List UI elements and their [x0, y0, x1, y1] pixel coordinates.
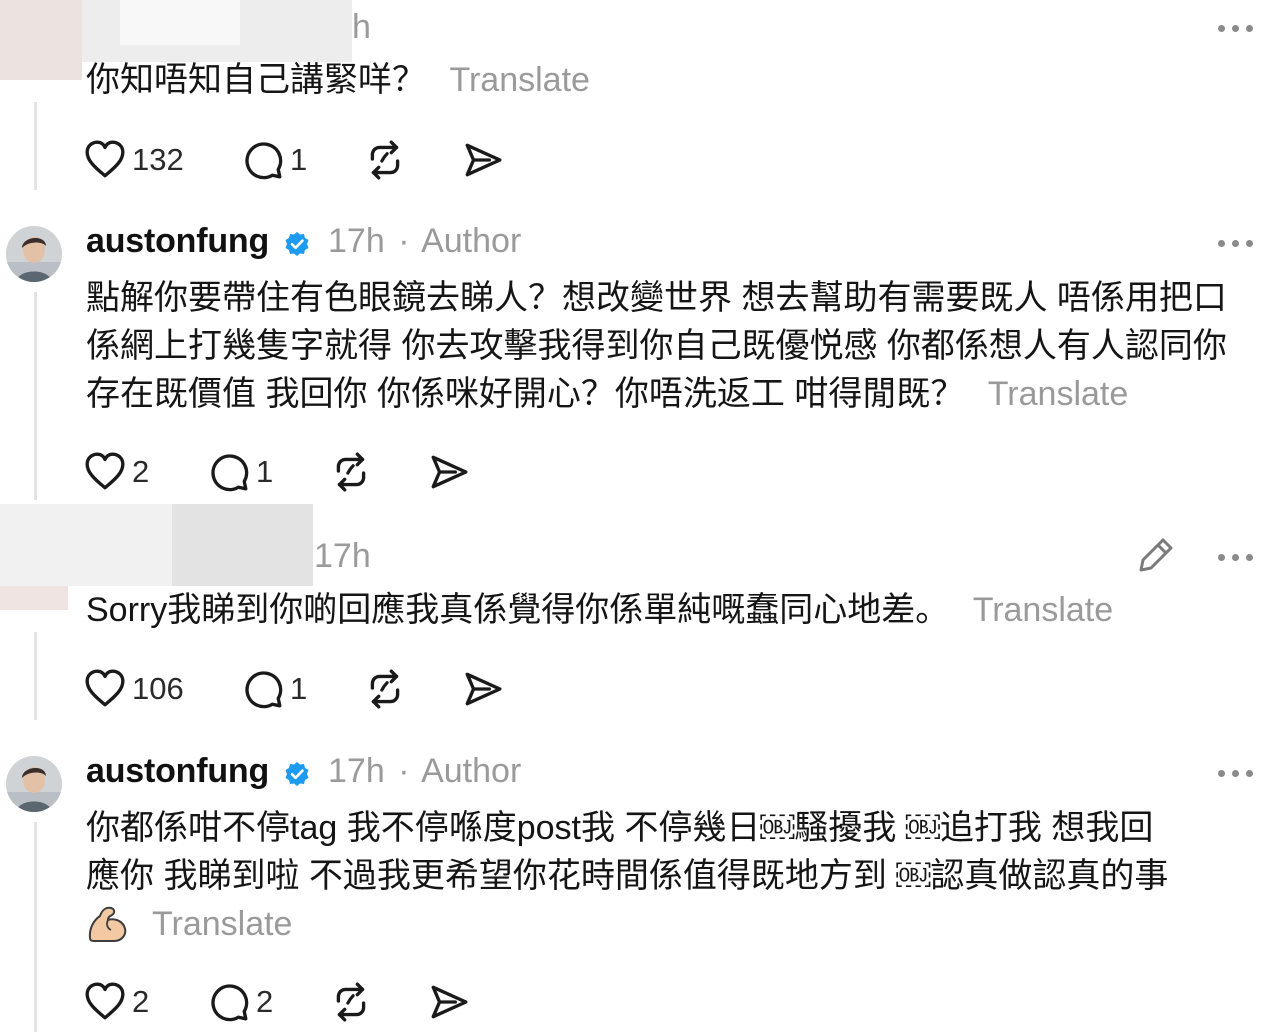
thread-line — [34, 102, 37, 190]
flexed-biceps-emoji — [88, 906, 127, 942]
share-button[interactable] — [428, 450, 470, 494]
comment-time: 17h — [328, 752, 385, 790]
repost-button[interactable] — [364, 138, 406, 182]
comment-time: 17h — [314, 537, 371, 575]
username[interactable]: austonfung — [86, 222, 269, 261]
author-label: Author — [421, 222, 522, 260]
verified-badge-icon — [284, 231, 310, 257]
translate-link[interactable]: Translate — [449, 61, 589, 99]
send-icon — [462, 139, 504, 181]
reply-button[interactable]: 1 — [242, 667, 307, 711]
more-dots-icon[interactable] — [1218, 18, 1262, 38]
meta-separator: · — [398, 752, 410, 790]
heart-icon — [84, 981, 126, 1023]
like-count: 2 — [132, 454, 150, 489]
repost-button[interactable] — [330, 450, 372, 494]
verified-badge-icon — [284, 761, 310, 787]
repost-icon — [330, 981, 372, 1023]
like-count: 132 — [132, 142, 184, 177]
pencil-icon[interactable] — [1136, 535, 1176, 575]
comment-text: 你知唔知自己講緊咩？ Translate — [86, 61, 590, 99]
reply-count: 1 — [290, 142, 308, 177]
repost-icon — [330, 451, 372, 493]
reply-count: 1 — [290, 671, 308, 706]
translate-link[interactable]: Translate — [152, 900, 292, 948]
comment-text: 你都係咁不停tag 我不停喺度post我 不停幾日￼騷擾我 ￼追打我 想我回 應… — [86, 809, 1169, 895]
send-icon — [428, 981, 470, 1023]
comment-meta: 17h · Author — [328, 752, 521, 791]
avatar[interactable] — [6, 226, 62, 282]
redacted-username — [172, 504, 313, 586]
send-icon — [462, 668, 504, 710]
repost-button[interactable] — [330, 980, 372, 1024]
reply-button[interactable]: 2 — [208, 980, 273, 1024]
repost-icon — [364, 139, 406, 181]
comment-time: h — [352, 8, 371, 46]
username[interactable]: austonfung — [86, 752, 269, 791]
like-button[interactable]: 132 — [84, 138, 184, 182]
repost-button[interactable] — [364, 667, 406, 711]
like-button[interactable]: 2 — [84, 450, 149, 494]
comment-text: 點解你要帶住有色眼鏡去睇人？想改變世界 想去幫助有需要既人 唔係用把口 係網上打… — [86, 279, 1227, 413]
comment-time: 17h — [328, 222, 385, 260]
redacted-avatar — [0, 0, 82, 80]
comment-text: Sorry我睇到你啲回應我真係覺得你係單純嘅蠢同心地差。 Translate — [86, 591, 1114, 629]
repost-icon — [364, 668, 406, 710]
author-label: Author — [421, 752, 522, 790]
reply-button[interactable]: 1 — [208, 450, 273, 494]
thread-line — [34, 292, 37, 500]
like-count: 2 — [132, 984, 150, 1019]
avatar[interactable] — [6, 756, 62, 812]
send-icon — [428, 451, 470, 493]
reply-count: 1 — [256, 454, 274, 489]
speech-bubble-icon — [242, 668, 284, 710]
speech-bubble-icon — [208, 451, 250, 493]
speech-bubble-icon — [208, 981, 250, 1023]
share-button[interactable] — [462, 138, 504, 182]
comment-meta: 17h · Author — [328, 222, 521, 261]
heart-icon — [84, 668, 126, 710]
reply-button[interactable]: 1 — [242, 138, 307, 182]
speech-bubble-icon — [242, 139, 284, 181]
share-button[interactable] — [428, 980, 470, 1024]
redacted-username-part — [120, 0, 240, 45]
more-dots-icon[interactable] — [1218, 763, 1262, 783]
more-dots-icon[interactable] — [1218, 233, 1262, 253]
thread-line — [34, 632, 37, 720]
redacted-avatar — [0, 586, 68, 610]
translate-link[interactable]: Translate — [988, 375, 1128, 413]
heart-icon — [84, 451, 126, 493]
reply-count: 2 — [256, 984, 274, 1019]
heart-icon — [84, 139, 126, 181]
like-button[interactable]: 106 — [84, 667, 184, 711]
meta-separator: · — [398, 222, 410, 260]
like-count: 106 — [132, 671, 184, 706]
like-button[interactable]: 2 — [84, 980, 149, 1024]
more-dots-icon[interactable] — [1218, 547, 1262, 567]
thread-line — [34, 822, 37, 1032]
share-button[interactable] — [462, 667, 504, 711]
translate-link[interactable]: Translate — [973, 591, 1113, 629]
